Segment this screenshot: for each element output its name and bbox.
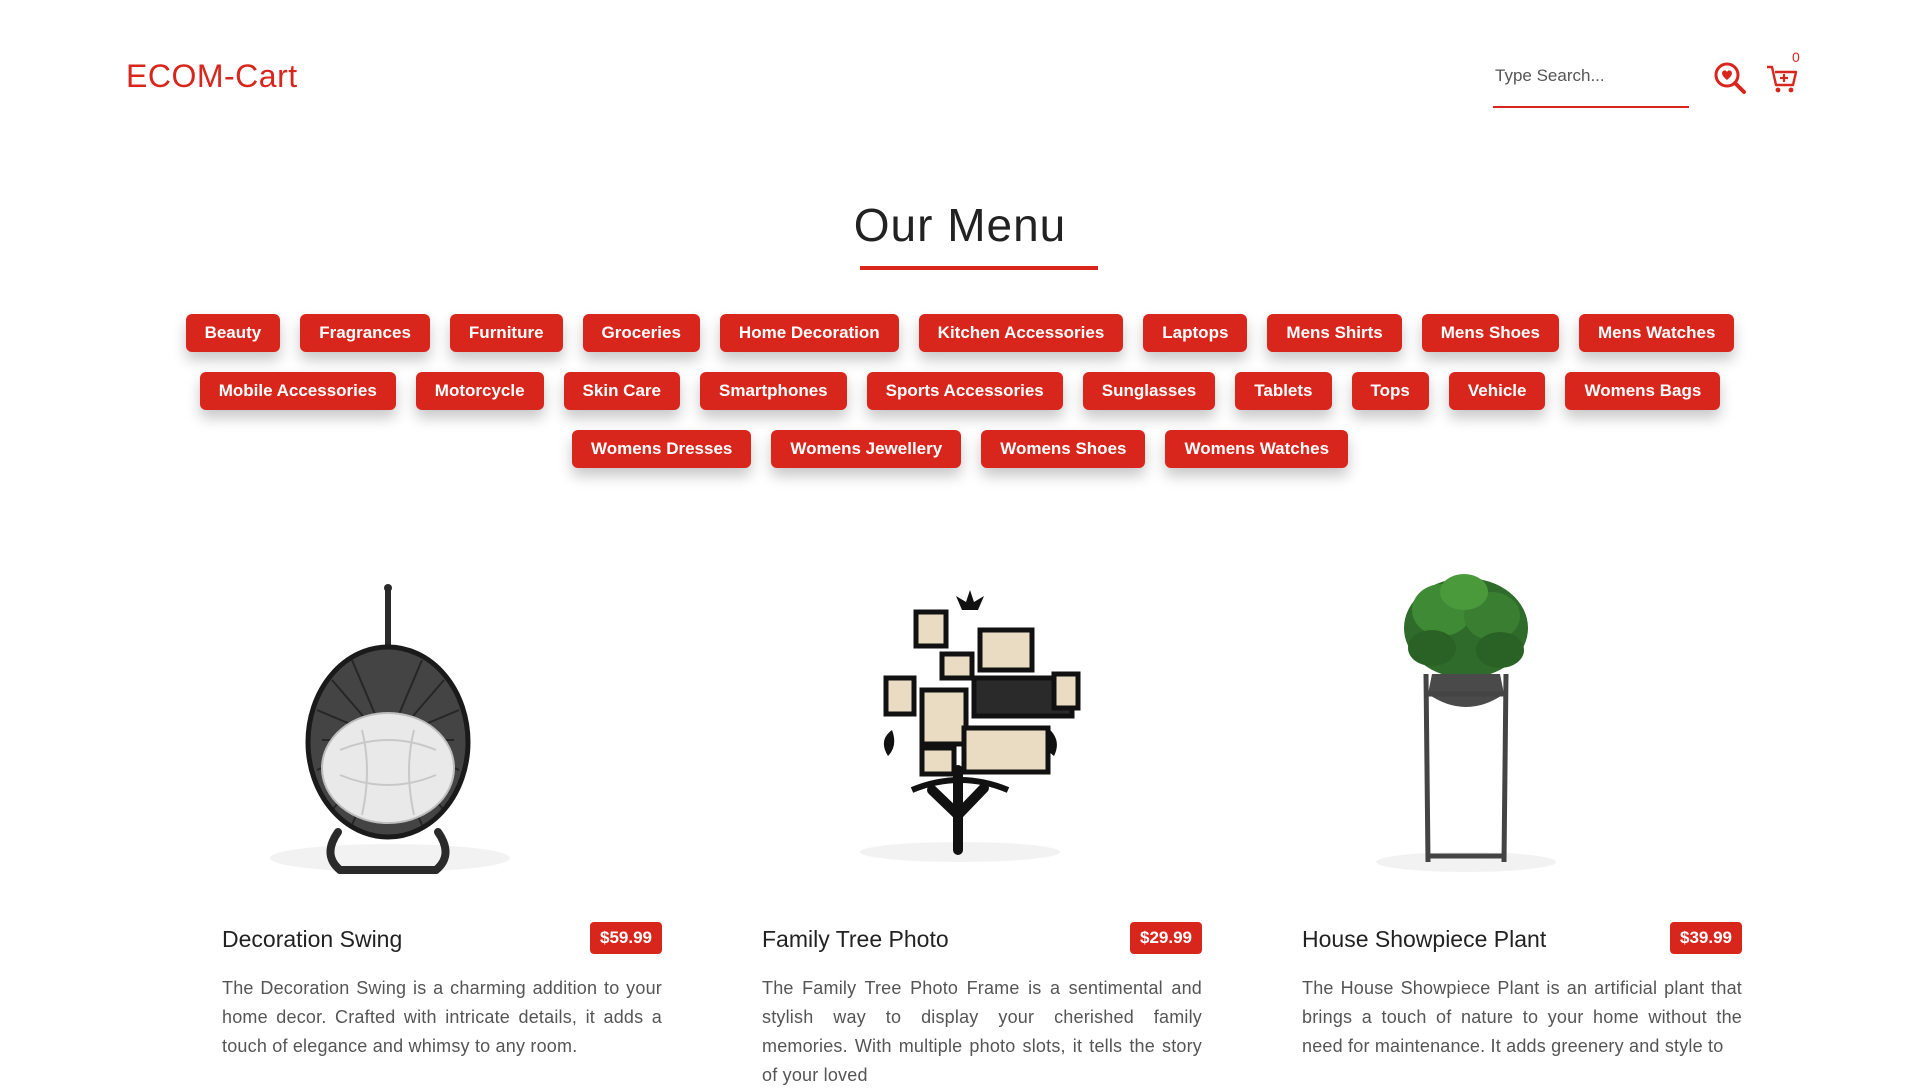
price-badge: $59.99 bbox=[590, 922, 662, 954]
product-name[interactable]: House Showpiece Plant bbox=[1302, 926, 1546, 953]
cart-count-badge: 0 bbox=[1792, 49, 1800, 65]
product-description: The House Showpiece Plant is an artifici… bbox=[1302, 978, 1742, 1056]
category-row: Mobile Accessories Motorcycle Skin Care … bbox=[199, 372, 1721, 410]
category-chip-mens-watches[interactable]: Mens Watches bbox=[1578, 314, 1735, 352]
search-input[interactable] bbox=[1493, 56, 1687, 96]
swing-chair-image[interactable] bbox=[222, 570, 662, 880]
category-chip-womens-bags[interactable]: Womens Bags bbox=[1565, 372, 1721, 410]
category-chip-tops[interactable]: Tops bbox=[1351, 372, 1429, 410]
category-chip-sunglasses[interactable]: Sunglasses bbox=[1082, 372, 1216, 410]
family-tree-frame-image[interactable] bbox=[762, 570, 1202, 880]
product-name[interactable]: Decoration Swing bbox=[222, 926, 402, 953]
category-menu: Beauty Fragrances Furniture Groceries Ho… bbox=[185, 314, 1735, 488]
category-chip-womens-shoes[interactable]: Womens Shoes bbox=[981, 430, 1146, 468]
category-chip-skin-care[interactable]: Skin Care bbox=[563, 372, 680, 410]
category-chip-beauty[interactable]: Beauty bbox=[185, 314, 281, 352]
category-chip-mens-shirts[interactable]: Mens Shirts bbox=[1267, 314, 1402, 352]
site-logo[interactable]: ECOM-Cart bbox=[126, 58, 298, 95]
category-chip-kitchen-accessories[interactable]: Kitchen Accessories bbox=[918, 314, 1124, 352]
potted-plant-image[interactable] bbox=[1302, 570, 1742, 880]
product-name[interactable]: Family Tree Photo bbox=[762, 926, 949, 953]
search-box bbox=[1493, 56, 1689, 108]
category-row: Beauty Fragrances Furniture Groceries Ho… bbox=[185, 314, 1735, 352]
category-chip-furniture[interactable]: Furniture bbox=[449, 314, 563, 352]
search-icon[interactable] bbox=[1712, 60, 1748, 96]
title-underline bbox=[860, 266, 1098, 270]
section-title: Our Menu bbox=[853, 199, 1067, 251]
price-badge: $39.99 bbox=[1670, 922, 1742, 954]
category-chip-vehicle[interactable]: Vehicle bbox=[1448, 372, 1546, 410]
category-chip-mobile-accessories[interactable]: Mobile Accessories bbox=[199, 372, 396, 410]
product-grid: Decoration Swing $59.99 The Decoration S… bbox=[222, 570, 1742, 1085]
product-description: The Decoration Swing is a charming addit… bbox=[222, 978, 662, 1056]
price-badge: $29.99 bbox=[1130, 922, 1202, 954]
category-chip-laptops[interactable]: Laptops bbox=[1143, 314, 1248, 352]
category-row: Womens Dresses Womens Jewellery Womens S… bbox=[200, 430, 1720, 468]
category-chip-womens-watches[interactable]: Womens Watches bbox=[1165, 430, 1349, 468]
cart-icon[interactable] bbox=[1764, 60, 1800, 96]
category-chip-tablets[interactable]: Tablets bbox=[1235, 372, 1332, 410]
category-chip-womens-dresses[interactable]: Womens Dresses bbox=[571, 430, 752, 468]
category-chip-mens-shoes[interactable]: Mens Shoes bbox=[1421, 314, 1559, 352]
category-chip-smartphones[interactable]: Smartphones bbox=[699, 372, 847, 410]
product-description: The Family Tree Photo Frame is a sentime… bbox=[762, 978, 1202, 1085]
category-chip-home-decoration[interactable]: Home Decoration bbox=[719, 314, 899, 352]
category-chip-fragrances[interactable]: Fragrances bbox=[300, 314, 430, 352]
site-header: ECOM-Cart 0 bbox=[0, 0, 1920, 150]
category-chip-sports-accessories[interactable]: Sports Accessories bbox=[866, 372, 1063, 410]
category-chip-motorcycle[interactable]: Motorcycle bbox=[415, 372, 544, 410]
category-chip-groceries[interactable]: Groceries bbox=[582, 314, 700, 352]
category-chip-womens-jewellery[interactable]: Womens Jewellery bbox=[771, 430, 962, 468]
